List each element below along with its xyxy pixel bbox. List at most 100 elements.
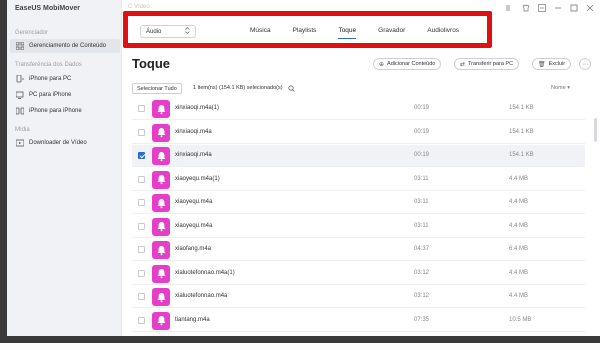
section-manager: Gerenciador — [15, 30, 49, 36]
file-size: 4.4 MB — [509, 199, 529, 205]
row-checkbox[interactable] — [138, 175, 145, 183]
transfer-to-pc-label: Transferir para PC — [468, 61, 514, 67]
maximize-icon[interactable] — [569, 3, 578, 12]
more-options-button[interactable]: ⋯ — [579, 58, 591, 70]
sidebar-item-content-management[interactable]: Gerenciamento de Conteúdo — [10, 39, 120, 53]
updown-chevron-icon — [185, 27, 190, 36]
tab-audiobooks[interactable]: Audiolivros — [427, 24, 459, 37]
video-download-icon — [15, 139, 24, 148]
row-checkbox[interactable] — [138, 246, 145, 253]
tshirt-icon[interactable] — [521, 3, 530, 12]
list-item[interactable]: xinxiaoqi.m4a 00:19 154.1 KB — [132, 145, 585, 167]
file-name: xinxiaoqi.m4a — [175, 152, 212, 158]
file-duration: 03:11 — [414, 175, 429, 182]
file-size: 10.5 MB — [509, 316, 532, 323]
file-duration: 03:11 — [414, 222, 429, 229]
window-controls — [505, 3, 594, 12]
category-tabs: Música Playlists Toque Gravador Audioliv… — [250, 24, 481, 39]
list-item[interactable]: xiaoyequ.m4a(1) 03:11 4.4 MB — [132, 169, 585, 191]
row-checkbox[interactable] — [138, 105, 145, 112]
bell-icon — [152, 264, 170, 283]
row-checkbox[interactable] — [138, 152, 145, 159]
delete-button[interactable]: 🗑 Excluir — [532, 58, 572, 70]
row-checkbox[interactable] — [138, 293, 145, 300]
tab-recorder[interactable]: Gravador — [378, 24, 405, 37]
minimize-icon[interactable] — [553, 3, 562, 12]
file-name: xialuotefonnao.m4a — [175, 293, 228, 299]
file-size: 4.4 MB — [509, 269, 529, 276]
pc-to-phone-icon — [15, 91, 24, 100]
file-duration: 04:37 — [414, 246, 430, 252]
file-duration: 03:12 — [414, 293, 430, 299]
menu-icon[interactable] — [537, 3, 546, 12]
list-item[interactable]: xialuotefonnao.m4a(1) 03:12 4.4 MB — [132, 263, 585, 285]
backup-icon[interactable] — [505, 3, 514, 12]
transfer-to-pc-button[interactable]: ⇄ Transferir para PC — [454, 58, 520, 70]
row-checkbox[interactable] — [138, 269, 145, 277]
list-item[interactable]: xinxiaoqi.m4a(1) 00:19 154.1 KB — [132, 98, 585, 120]
row-checkbox[interactable] — [138, 199, 145, 206]
file-name: xinxiaoqi.m4a(1) — [175, 105, 220, 111]
file-duration: 03:11 — [414, 199, 429, 205]
list-item[interactable]: xiaoyequ.m4a 03:11 4.4 MB — [132, 192, 585, 214]
file-duration: 07:35 — [414, 316, 430, 323]
list-item[interactable]: xiaofang.m4a 04:37 6.4 MB — [132, 239, 585, 261]
sidebar-item-pc-to-iphone[interactable]: PC para iPhone — [10, 88, 120, 102]
delete-label: Excluir — [548, 61, 566, 67]
file-duration: 00:19 — [414, 128, 430, 135]
category-select[interactable]: Áudio — [140, 25, 196, 38]
window-frame-left — [0, 0, 7, 343]
row-checkbox[interactable] — [138, 316, 145, 324]
sort-dropdown[interactable]: Nome ▾ — [551, 85, 570, 91]
grid-icon — [15, 42, 24, 51]
section-data-transfer: Transferência dos Dados — [15, 62, 82, 68]
list-item[interactable]: tiantang.m4a 07:35 10.5 MB — [132, 310, 585, 332]
bell-icon — [152, 311, 170, 330]
file-name: xiaoyequ.m4a — [175, 199, 213, 205]
file-name: xinxiaoqi.m4a — [175, 128, 212, 135]
sidebar-item-video-downloader[interactable]: Downloader de Vídeo — [10, 136, 120, 150]
bell-icon — [152, 147, 170, 165]
tab-playlists[interactable]: Playlists — [293, 24, 317, 37]
add-content-label: Adicionar Conteúdo — [387, 61, 436, 67]
file-size: 6.4 MB — [509, 246, 529, 252]
list-item[interactable]: xialuotefonnao.m4a 03:12 4.4 MB — [132, 286, 585, 308]
file-size: 154.1 KB — [509, 128, 534, 135]
bell-icon — [152, 170, 170, 189]
bell-icon — [152, 288, 170, 306]
select-all-button[interactable]: Selecionar Tudo — [132, 83, 182, 94]
faded-breadcrumb: C Vídeo — [128, 4, 150, 10]
file-name: xiaofang.m4a — [175, 246, 212, 252]
file-size: 4.4 MB — [509, 293, 529, 299]
row-checkbox[interactable] — [138, 128, 145, 136]
transfer-icon: ⇄ — [460, 61, 466, 68]
chevron-down-icon: ▾ — [567, 85, 570, 91]
search-icon[interactable] — [287, 84, 295, 92]
close-icon[interactable] — [585, 3, 594, 12]
file-duration: 03:12 — [414, 269, 430, 276]
scrollbar[interactable] — [594, 118, 597, 142]
app-title: EaseUS MobiMover — [15, 5, 80, 12]
file-name: tiantang.m4a — [175, 316, 210, 323]
bell-icon — [152, 241, 170, 259]
ellipsis-icon: ⋯ — [582, 61, 588, 68]
file-size: 154.1 KB — [509, 152, 534, 158]
bell-icon — [152, 100, 170, 118]
add-icon: ⊕ — [379, 61, 385, 68]
tab-music[interactable]: Música — [250, 24, 271, 37]
tab-ringtones[interactable]: Toque — [338, 24, 356, 39]
list-item[interactable]: xinxiaoqi.m4a 00:19 154.1 KB — [132, 122, 585, 144]
sidebar-item-label: iPhone para PC — [29, 76, 72, 82]
sidebar-item-iphone-to-iphone[interactable]: iPhone para iPhone — [10, 104, 120, 118]
phone-to-phone-icon — [15, 107, 24, 116]
selection-count: 1 item(ns) (154.1 KB) selecionado(s) — [193, 85, 283, 91]
add-content-button[interactable]: ⊕ Adicionar Conteúdo — [373, 58, 442, 70]
bell-icon — [152, 217, 170, 236]
sidebar-item-iphone-to-pc[interactable]: iPhone para PC — [10, 72, 120, 86]
phone-to-pc-icon — [15, 75, 24, 84]
section-media: Mídia — [15, 127, 30, 133]
list-item[interactable]: xiaoyequ.m4a 03:11 4.4 MB — [132, 216, 585, 238]
file-duration: 00:19 — [414, 152, 430, 158]
sidebar: EaseUS MobiMover Gerenciador Gerenciamen… — [7, 0, 122, 336]
row-checkbox[interactable] — [138, 222, 145, 230]
